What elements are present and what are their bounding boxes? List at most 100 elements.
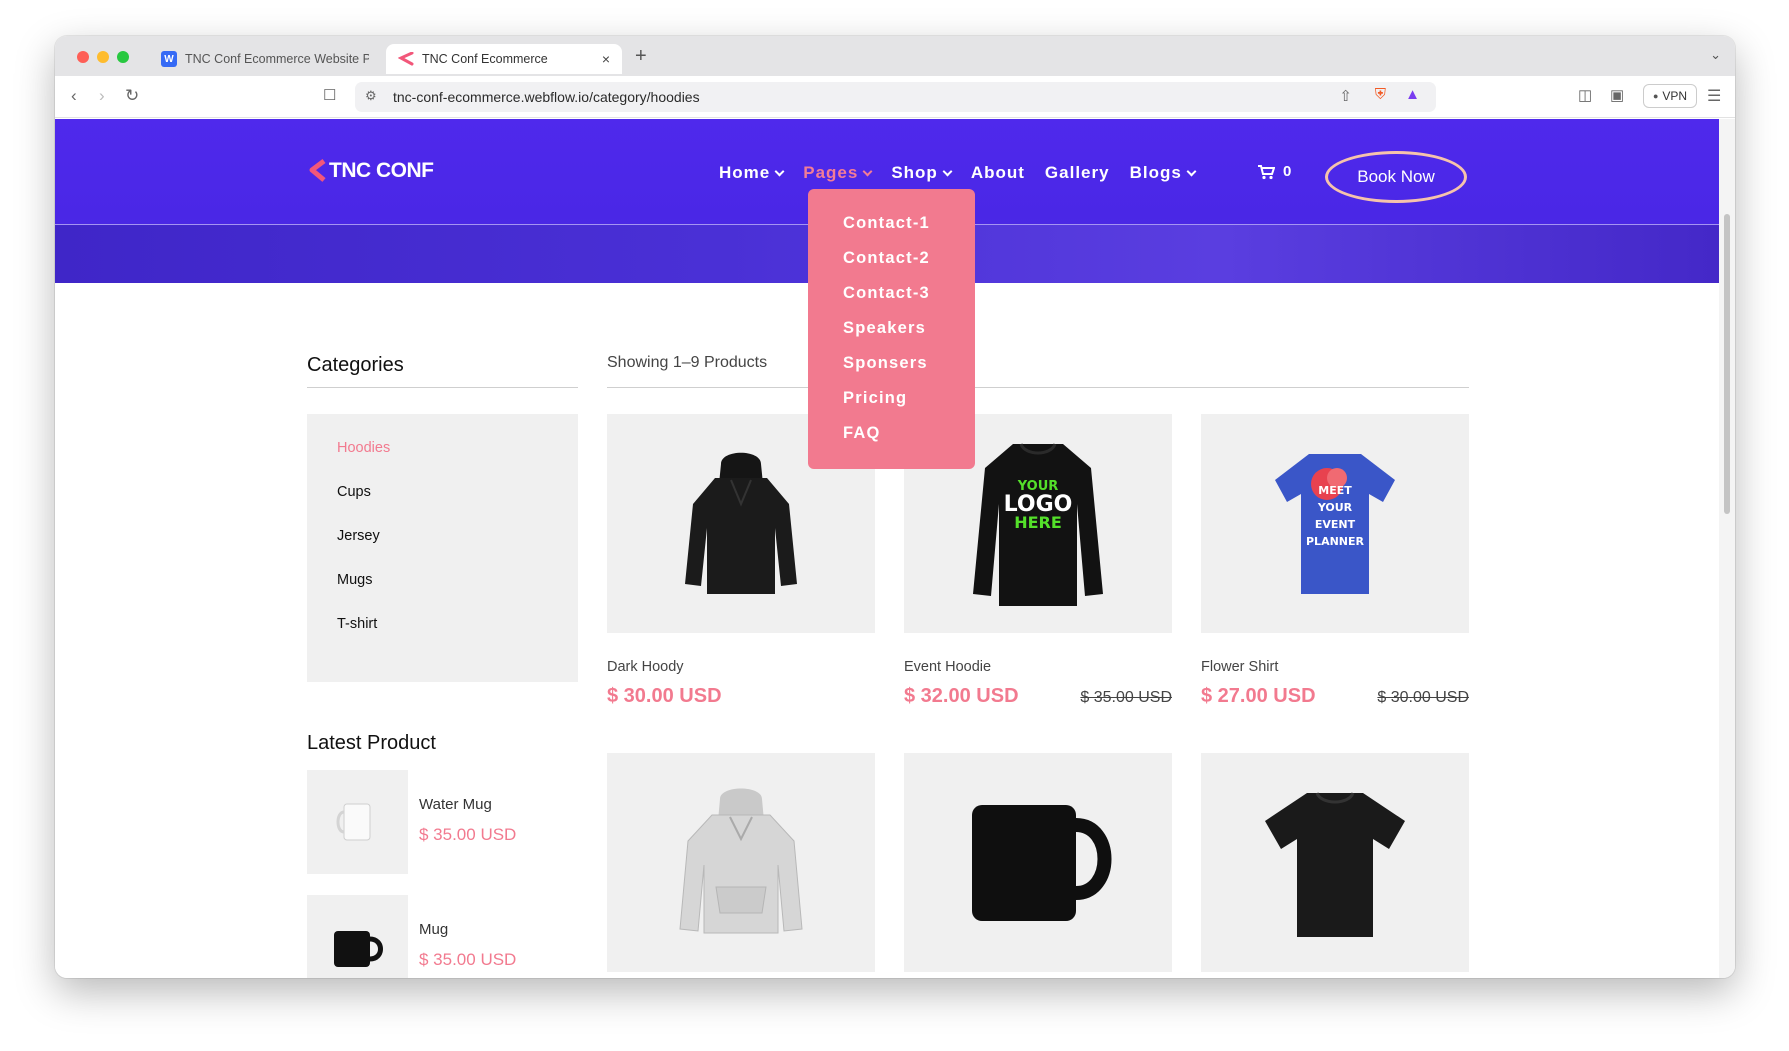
- latest-product-name[interactable]: Water Mug: [419, 796, 492, 813]
- nav-shop[interactable]: Shop: [891, 163, 953, 183]
- print-line: HERE: [1014, 513, 1062, 532]
- product-price: $ 30.00 USD: [607, 685, 722, 707]
- chevron-down-icon: [774, 166, 785, 176]
- products-divider: [607, 387, 1469, 388]
- product-name[interactable]: Flower Shirt: [1201, 659, 1469, 675]
- product-card[interactable]: [607, 753, 875, 972]
- nav-gallery[interactable]: Gallery: [1045, 163, 1110, 183]
- tab-list-chevron-icon[interactable]: ⌄: [1710, 47, 1721, 63]
- dropdown-item-pricing[interactable]: Pricing: [808, 388, 975, 423]
- book-now-button[interactable]: Book Now: [1325, 151, 1467, 203]
- cart-icon: [1258, 164, 1275, 179]
- latest-product-item[interactable]: Water Mug $ 35.00 USD: [307, 770, 578, 874]
- print-line: YOUR: [1317, 501, 1353, 514]
- webflow-favicon-icon: W: [161, 51, 177, 67]
- brave-rewards-icon[interactable]: ▲: [1405, 86, 1420, 103]
- dropdown-item-contact-3[interactable]: Contact-3: [808, 283, 975, 318]
- site-settings-icon[interactable]: ⚙: [365, 88, 377, 104]
- dark-hoodie-icon: [685, 452, 797, 594]
- maximize-window-button[interactable]: [117, 51, 129, 63]
- black-tshirt-icon: [1265, 791, 1405, 937]
- nav-pages[interactable]: Pages: [803, 163, 873, 183]
- print-line: PLANNER: [1306, 535, 1365, 548]
- product-name[interactable]: Dark Hoody: [607, 659, 875, 675]
- category-t-shirt[interactable]: T-shirt: [307, 616, 578, 660]
- product-prices: $ 27.00 USD $ 30.00 USD: [1201, 685, 1469, 708]
- latest-product-heading: Latest Product: [307, 732, 436, 754]
- bookmark-icon[interactable]: ☐: [323, 86, 336, 104]
- product-image[interactable]: [607, 753, 875, 972]
- dropdown-item-faq[interactable]: FAQ: [808, 423, 975, 458]
- nav-blogs[interactable]: Blogs: [1129, 163, 1197, 183]
- category-jersey[interactable]: Jersey: [307, 528, 578, 572]
- brave-shield-icon[interactable]: ⛨: [1375, 86, 1386, 103]
- chevron-down-icon: [1186, 166, 1197, 176]
- tab-title: TNC Conf Ecommerce Website P...: [185, 52, 369, 66]
- latest-product-item[interactable]: Mug $ 35.00 USD: [307, 895, 578, 978]
- cart-button[interactable]: 0: [1257, 163, 1291, 180]
- cart-count: 0: [1283, 163, 1292, 180]
- dropdown-item-sponsers[interactable]: Sponsers: [808, 353, 975, 388]
- site-logo[interactable]: TNC CONF: [307, 159, 434, 183]
- product-old-price: $ 35.00 USD: [1080, 689, 1172, 706]
- product-prices: $ 30.00 USD: [607, 685, 875, 708]
- latest-product-price: $ 35.00 USD: [419, 950, 517, 969]
- nav-home[interactable]: Home: [719, 163, 785, 183]
- latest-product-name[interactable]: Mug: [419, 921, 448, 938]
- dropdown-item-contact-1[interactable]: Contact-1: [808, 213, 975, 248]
- dropdown-item-speakers[interactable]: Speakers: [808, 318, 975, 353]
- wallet-icon[interactable]: ▣: [1610, 86, 1624, 104]
- pages-dropdown-menu: Contact-1 Contact-2 Contact-3 Speakers S…: [808, 189, 975, 469]
- category-cups[interactable]: Cups: [307, 484, 578, 528]
- close-window-button[interactable]: [77, 51, 89, 63]
- nav-label: Blogs: [1129, 163, 1182, 182]
- tnc-favicon-icon: [398, 51, 414, 67]
- latest-product-thumb[interactable]: [307, 770, 408, 874]
- latest-product-thumb[interactable]: [307, 895, 408, 978]
- product-price: $ 27.00 USD: [1201, 685, 1316, 707]
- vpn-button[interactable]: ● VPN: [1643, 84, 1697, 108]
- categories-heading: Categories: [307, 354, 404, 376]
- tab-webflow[interactable]: W TNC Conf Ecommerce Website P...: [149, 44, 381, 74]
- url-text[interactable]: tnc-conf-ecommerce.webflow.io/category/h…: [393, 89, 700, 105]
- menu-icon[interactable]: ☰: [1707, 86, 1721, 106]
- product-name[interactable]: Event Hoodie: [904, 659, 1172, 675]
- chevron-down-icon: [862, 166, 873, 176]
- address-bar[interactable]: ⚙ tnc-conf-ecommerce.webflow.io/category…: [355, 82, 1436, 112]
- logo-text: TNC CONF: [329, 159, 434, 182]
- dropdown-item-contact-2[interactable]: Contact-2: [808, 248, 975, 283]
- close-tab-icon[interactable]: ×: [602, 51, 610, 67]
- reload-icon[interactable]: ↻: [125, 86, 139, 106]
- product-card[interactable]: MEET YOUR EVENT PLANNER Flower Shirt $ 2…: [1201, 414, 1469, 708]
- product-card[interactable]: [904, 753, 1172, 972]
- product-prices: $ 32.00 USD $ 35.00 USD: [904, 685, 1172, 708]
- nav-label: Gallery: [1044, 163, 1110, 182]
- minimize-window-button[interactable]: [97, 51, 109, 63]
- new-tab-button[interactable]: +: [635, 45, 647, 68]
- tab-title: TNC Conf Ecommerce: [422, 52, 548, 66]
- category-hoodies[interactable]: Hoodies: [307, 440, 578, 484]
- tab-strip: W TNC Conf Ecommerce Website P... TNC Co…: [55, 36, 1735, 76]
- product-image[interactable]: [904, 753, 1172, 972]
- back-icon[interactable]: ‹: [71, 86, 77, 106]
- sidebar-toggle-icon[interactable]: ◫: [1578, 86, 1592, 104]
- nav-label: Home: [719, 163, 771, 182]
- product-card[interactable]: [1201, 753, 1469, 972]
- categories-list: Hoodies Cups Jersey Mugs T-shirt: [307, 414, 578, 682]
- white-mug-icon: [336, 803, 370, 841]
- forward-icon[interactable]: ›: [99, 86, 105, 106]
- category-mugs[interactable]: Mugs: [307, 572, 578, 616]
- tab-tnc-conf[interactable]: TNC Conf Ecommerce ×: [386, 44, 622, 74]
- scrollbar-thumb[interactable]: [1724, 214, 1730, 514]
- product-image[interactable]: [1201, 753, 1469, 972]
- nav-label: Pages: [803, 163, 859, 182]
- print-line: EVENT: [1315, 518, 1356, 531]
- results-count: Showing 1–9 Products: [607, 354, 768, 371]
- nav-about[interactable]: About: [971, 163, 1025, 183]
- grey-hoodie-icon: [679, 788, 803, 933]
- share-icon[interactable]: ⇧: [1339, 87, 1352, 105]
- page-scrollbar[interactable]: [1719, 119, 1735, 978]
- print-line: MEET: [1318, 484, 1352, 497]
- logo-sweatshirt-icon: YOUR LOGO HERE: [973, 442, 1103, 606]
- product-image[interactable]: MEET YOUR EVENT PLANNER: [1201, 414, 1469, 633]
